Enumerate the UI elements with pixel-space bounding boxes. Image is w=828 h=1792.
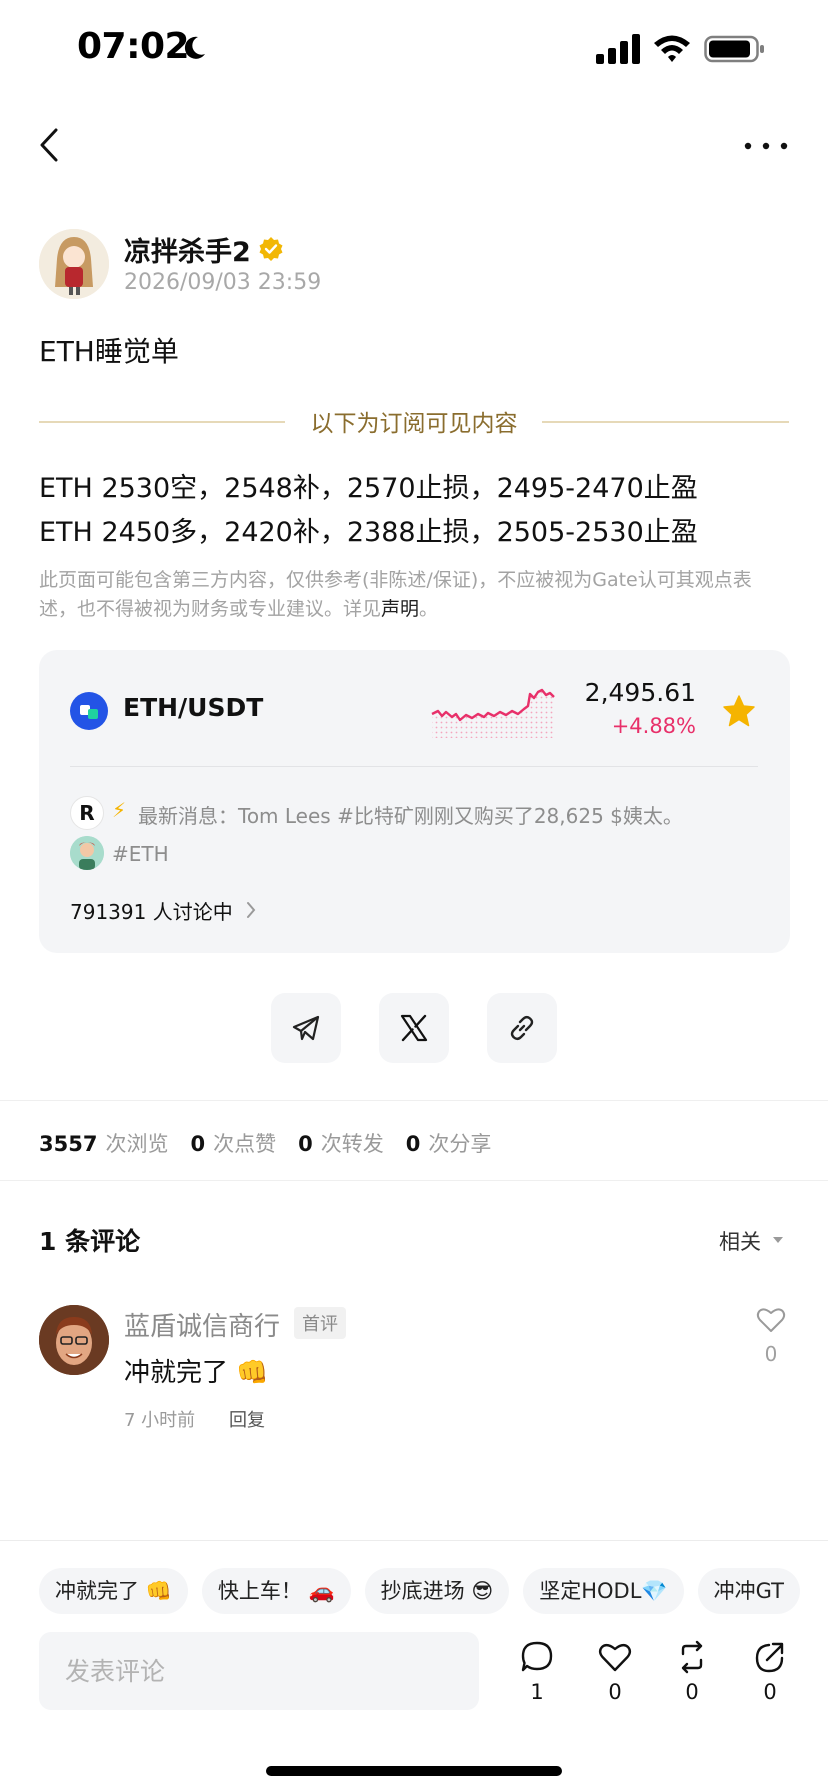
eth-usdt-pair-icon (70, 692, 108, 730)
like-action[interactable]: 0 (590, 1640, 640, 1704)
more-options-button[interactable] (744, 140, 788, 152)
comment-like-heart-icon[interactable] (756, 1306, 786, 1334)
comments-count: 1 (530, 1680, 544, 1704)
news-source-icon: R (70, 796, 104, 830)
price-sparkline (431, 688, 555, 738)
link-icon (510, 1015, 534, 1041)
wifi-icon (654, 35, 690, 62)
likes-count: 0 (190, 1132, 206, 1156)
section-divider (0, 1180, 828, 1181)
views-count: 3557 (39, 1132, 98, 1156)
post-date: 2026/09/03 23:59 (124, 270, 322, 295)
shares-label: 次分享 (428, 1132, 492, 1156)
pair-change: +4.88% (611, 714, 696, 738)
quick-reply-chip[interactable]: 抄底进场 😎 (364, 1568, 510, 1614)
chevron-right-icon (247, 902, 256, 918)
reposts-count: 0 (298, 1132, 313, 1156)
quick-reply-chip[interactable]: 冲冲GT (697, 1568, 800, 1614)
trade-line-long: ETH 2450多，2420补，2388止损，2505-2530止盈 (39, 517, 698, 548)
status-time: 07:02 (77, 26, 190, 67)
battery-icon (704, 35, 764, 63)
heart-icon (598, 1643, 632, 1672)
section-divider (0, 1100, 828, 1101)
back-button[interactable] (36, 124, 64, 166)
pair-name[interactable]: ETH/USDT (123, 693, 263, 722)
post-title: ETH睡觉单 (39, 335, 179, 368)
telegram-icon (292, 1015, 320, 1041)
card-divider (70, 766, 758, 767)
quick-reply-chip[interactable]: 冲就完了 👊 (39, 1568, 188, 1614)
sort-dropdown[interactable]: 相关 (719, 1226, 761, 1256)
reposts-action-count: 0 (685, 1680, 699, 1704)
views-label: 次浏览 (105, 1132, 169, 1156)
comment-bubble-icon (521, 1641, 553, 1672)
quick-reply-chip[interactable]: 坚定HODL💎 (523, 1568, 684, 1614)
share-arrow-icon (755, 1642, 784, 1673)
discussion-count[interactable]: 791391 人讨论中 (70, 896, 233, 925)
x-logo-icon (400, 1014, 428, 1042)
author-avatar[interactable] (39, 229, 109, 299)
first-comment-badge: 首评 (294, 1307, 346, 1339)
likes-action-count: 0 (608, 1680, 622, 1704)
lightning-icon: ⚡ (112, 798, 127, 822)
moon-icon (184, 36, 205, 59)
bottom-bar-divider (0, 1540, 828, 1541)
divider-right (542, 421, 789, 423)
comments-action[interactable]: 1 (512, 1640, 562, 1704)
disclaimer: 此页面可能包含第三方内容，仅供参考(非陈述/保证)，不应被视为Gate认可其观点… (39, 566, 779, 624)
share-x-button[interactable] (379, 993, 449, 1063)
shares-count: 0 (405, 1132, 421, 1156)
tag-avatar (70, 836, 104, 870)
likes-label: 次点赞 (213, 1132, 277, 1156)
verified-badge-icon (259, 237, 283, 261)
home-indicator (266, 1766, 562, 1776)
comment-text: 冲就完了 👊 (124, 1358, 269, 1388)
post-stats: 3557 次浏览 0 次点赞 0 次转发 0 次分享 (39, 1128, 513, 1158)
comment-time: 7 小时前 (124, 1410, 196, 1431)
copy-link-button[interactable] (487, 993, 557, 1063)
comment-like-count: 0 (764, 1342, 778, 1366)
favorite-star-icon[interactable] (722, 694, 756, 728)
reposts-label: 次转发 (320, 1132, 384, 1156)
author-name[interactable]: 凉拌杀手2 (124, 230, 251, 269)
repost-action[interactable]: 0 (667, 1640, 717, 1704)
person-avatar-icon (39, 1305, 109, 1375)
reply-button[interactable]: 回复 (229, 1406, 265, 1432)
commenter-name[interactable]: 蓝盾诚信商行 (124, 1306, 280, 1343)
anime-avatar-icon (39, 229, 109, 299)
share-action[interactable]: 0 (745, 1640, 795, 1704)
quick-reply-chip[interactable]: 快上车！ 🚗 (201, 1568, 351, 1614)
shares-action-count: 0 (763, 1680, 777, 1704)
cellular-signal-icon (596, 34, 640, 64)
repost-icon (681, 1640, 703, 1674)
quick-replies: 冲就完了 👊 快上车！ 🚗 抄底进场 😎 坚定HODL💎 冲冲GT (39, 1568, 814, 1614)
latest-news[interactable]: 最新消息：Tom Lees #比特矿刚刚又购买了28,625 $姨太。 (138, 800, 683, 829)
pair-price: 2,495.61 (584, 678, 696, 707)
statement-link[interactable]: 声明 (381, 598, 419, 620)
comments-title: 1 条评论 (39, 1227, 141, 1256)
comment-input[interactable] (39, 1632, 479, 1710)
disclaimer-end: 。 (419, 598, 439, 620)
commenter-avatar[interactable] (39, 1305, 109, 1375)
caret-down-icon[interactable] (772, 1236, 784, 1244)
trade-line-short: ETH 2530空，2548补，2570止损，2495-2470止盈 (39, 473, 698, 504)
topic-tag[interactable]: #ETH (112, 842, 169, 866)
share-telegram-button[interactable] (271, 993, 341, 1063)
